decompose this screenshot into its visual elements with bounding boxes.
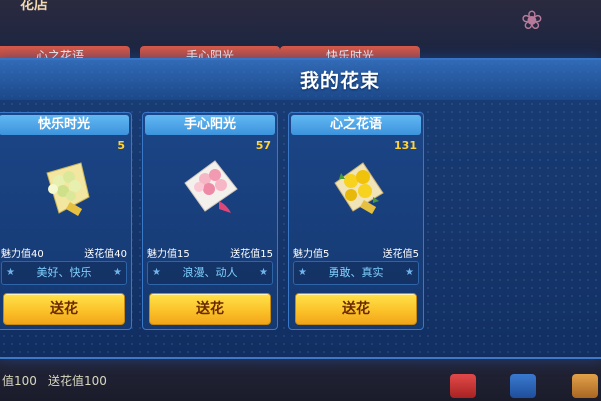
star-icon: ★ bbox=[6, 267, 15, 278]
card-name: 心之花语 bbox=[291, 115, 421, 135]
pink-rose-bouquet-icon bbox=[184, 160, 238, 213]
phone-icon[interactable] bbox=[510, 374, 536, 398]
send-value: 送花值5 bbox=[382, 249, 419, 260]
bouquet-card-palm-sunshine: 手心阳光 57 魅力值15 送花值15 ★ 浪漫、动人 ★ 送花 bbox=[142, 112, 278, 330]
bouquet-card-heart-language: 心之花语 131 魅力值5 送花值5 ★ 勇敢、真实 ★ 送花 bbox=[288, 112, 424, 330]
star-icon: ★ bbox=[298, 267, 307, 278]
card-stats: 魅力值15 送花值15 bbox=[147, 245, 273, 260]
charm-value: 魅力值5 bbox=[293, 249, 330, 260]
card-name: 快乐时光 bbox=[0, 115, 129, 135]
card-stats: 魅力值5 送花值5 bbox=[293, 245, 419, 260]
charm-value: 魅力值40 bbox=[1, 249, 44, 260]
bouquet-card-happy-time: 快乐时光 5 魅力值40 送花值40 ★ 美好、快乐 ★ 送花 bbox=[0, 112, 132, 330]
star-icon: ★ bbox=[405, 267, 414, 278]
bg-send-value: 送花值100 bbox=[48, 374, 107, 388]
card-description: ★ 美好、快乐 ★ bbox=[1, 261, 127, 285]
panel-title: 我的花束 bbox=[299, 70, 380, 92]
description-text: 勇敢、真实 bbox=[328, 266, 384, 279]
shop-title: 花店 bbox=[20, 0, 48, 13]
star-icon: ★ bbox=[152, 267, 161, 278]
present-icon[interactable] bbox=[572, 374, 598, 398]
flower-decoration-icon: ❀ bbox=[521, 6, 543, 36]
send-flower-button[interactable]: 送花 bbox=[295, 293, 417, 325]
star-icon: ★ bbox=[259, 267, 268, 278]
card-count: 5 bbox=[117, 139, 125, 152]
description-text: 浪漫、动人 bbox=[182, 266, 238, 279]
bg-charm-value: 值100 bbox=[2, 374, 37, 388]
gift-box-icon[interactable] bbox=[450, 374, 476, 398]
send-value: 送花值15 bbox=[230, 249, 273, 260]
card-count: 57 bbox=[255, 139, 271, 152]
star-icon: ★ bbox=[113, 267, 122, 278]
send-flower-button[interactable]: 送花 bbox=[3, 293, 125, 325]
card-stats: 魅力值40 送花值40 bbox=[1, 245, 127, 260]
send-value: 送花值40 bbox=[84, 249, 127, 260]
yellow-rose-bouquet-icon bbox=[334, 162, 384, 214]
card-description: ★ 勇敢、真实 ★ bbox=[293, 261, 419, 285]
card-name: 手心阳光 bbox=[145, 115, 275, 135]
description-text: 美好、快乐 bbox=[36, 266, 92, 279]
charm-value: 魅力值15 bbox=[147, 249, 190, 260]
card-count: 131 bbox=[394, 139, 417, 152]
yellow-green-bouquet-icon bbox=[46, 162, 90, 216]
send-flower-button[interactable]: 送花 bbox=[149, 293, 271, 325]
card-description: ★ 浪漫、动人 ★ bbox=[147, 261, 273, 285]
